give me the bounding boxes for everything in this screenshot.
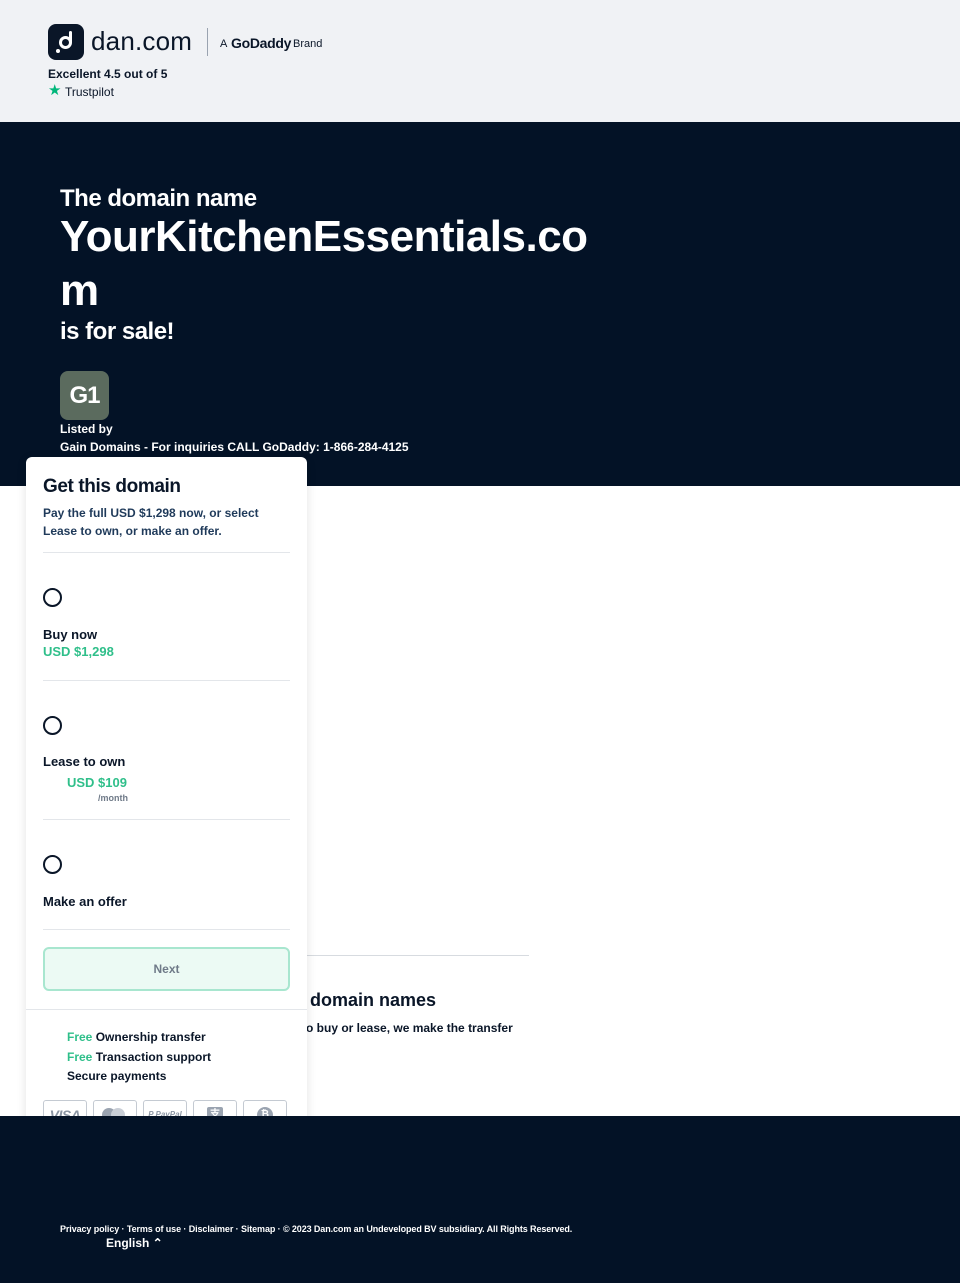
lease-to-own-radio[interactable] (43, 716, 62, 735)
footer: Privacy policy · Terms of use · Disclaim… (0, 1116, 960, 1283)
trustpilot-rating[interactable]: Excellent 4.5 out of 5 (48, 67, 167, 81)
hero-pre-title: The domain name (60, 185, 257, 212)
hero-post-title: is for sale! (60, 318, 175, 345)
card-divider (26, 1009, 307, 1010)
hero-section: The domain name YourKitchenEssentials.co… (0, 122, 960, 486)
make-offer-label[interactable]: Make an offer (43, 894, 127, 909)
feature-transaction-support: Free Transaction support (67, 1050, 211, 1064)
disclaimer-link[interactable]: Disclaimer (189, 1224, 234, 1234)
copyright-text: © 2023 Dan.com an Undeveloped BV subsidi… (282, 1224, 573, 1234)
footer-links: Privacy policy · Terms of use · Disclaim… (60, 1224, 573, 1234)
buy-now-price: USD $1,298 (43, 644, 114, 659)
make-offer-radio[interactable] (43, 855, 62, 874)
listed-by-label: Listed by (60, 422, 113, 436)
dan-logo-icon[interactable] (48, 24, 84, 60)
free-tag: Free (67, 1030, 93, 1044)
terms-of-use-link[interactable]: Terms of use (127, 1224, 181, 1234)
brand-prefix: A (220, 38, 228, 50)
lease-price: USD $109 (67, 775, 127, 790)
section-heading: domain names (310, 990, 437, 1010)
next-button[interactable]: Next (43, 947, 290, 991)
sitemap-link[interactable]: Sitemap (241, 1224, 275, 1234)
trustpilot-name[interactable]: Trustpilot (65, 85, 114, 99)
buy-now-radio[interactable] (43, 588, 62, 607)
lease-price-unit: /month (98, 793, 128, 803)
free-tag: Free (67, 1050, 93, 1064)
godaddy-brand-name: GoDaddy (231, 35, 292, 51)
purchase-card: Get this domain Pay the full USD $1,298 … (26, 457, 307, 1149)
language-selector[interactable]: English ⌃ (106, 1236, 163, 1250)
card-divider (43, 819, 290, 820)
lease-to-own-label[interactable]: Lease to own (43, 754, 125, 769)
feature-ownership-transfer: Free Ownership transfer (67, 1030, 206, 1044)
logo-divider (207, 28, 208, 56)
card-divider (43, 552, 290, 553)
card-description: Pay the full USD $1,298 now, or select L… (43, 506, 259, 538)
trustpilot-star-icon: ★ (48, 82, 62, 99)
seller-avatar: G1 (60, 371, 109, 420)
feature-text: Secure payments (67, 1069, 167, 1083)
card-divider (43, 929, 290, 930)
content-divider (307, 955, 529, 956)
privacy-policy-link[interactable]: Privacy policy (60, 1224, 119, 1234)
domain-name-title: YourKitchenEssentials.com (60, 212, 588, 315)
feature-text: Transaction support (95, 1050, 212, 1064)
feature-text: Ownership transfer (95, 1030, 206, 1044)
logo-text[interactable]: dan.com (91, 26, 192, 57)
card-title: Get this domain (43, 476, 181, 497)
section-subtext: o buy or lease, we make the transfer (306, 1021, 513, 1035)
card-divider (43, 680, 290, 681)
top-bar: dan.com A GoDaddy Brand Excellent 4.5 ou… (0, 0, 960, 122)
seller-name: Gain Domains - For inquiries CALL GoDadd… (60, 440, 409, 454)
brand-suffix: Brand (293, 38, 323, 50)
feature-secure-payments: Secure payments (67, 1069, 166, 1083)
buy-now-label[interactable]: Buy now (43, 627, 97, 642)
